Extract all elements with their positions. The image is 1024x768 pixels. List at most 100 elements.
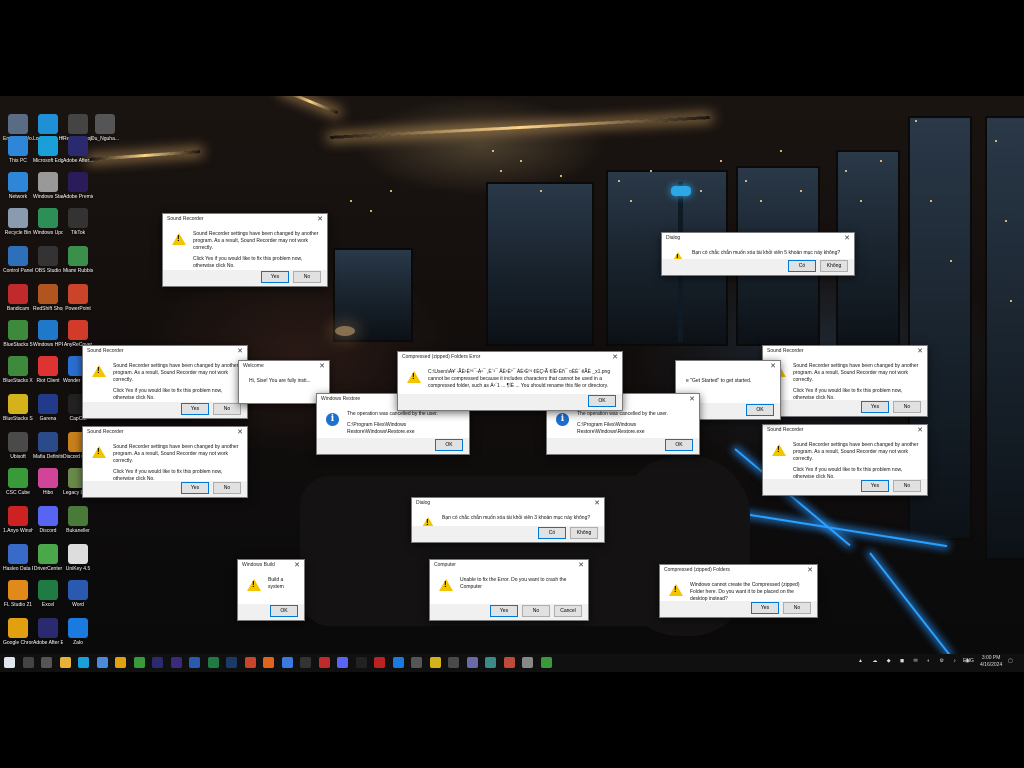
dialog-titlebar[interactable]: Windows Build ✕ (238, 560, 304, 571)
close-icon[interactable]: ✕ (917, 346, 923, 357)
close-icon[interactable]: ✕ (237, 346, 243, 357)
notification-icon[interactable]: ▢ (1008, 658, 1013, 664)
desktop-shortcut[interactable]: Ubisoft (3, 432, 33, 460)
close-icon[interactable]: ✕ (917, 425, 923, 436)
excel-taskbar-icon[interactable] (207, 657, 219, 668)
desktop-shortcut[interactable]: Word (63, 580, 93, 608)
chrome-taskbar-icon[interactable] (115, 657, 126, 668)
desktop-shortcut[interactable]: Zalo (63, 618, 93, 646)
yes-button[interactable]: Yes (490, 605, 518, 617)
no-button[interactable]: No (293, 271, 321, 283)
no-button[interactable]: No (213, 482, 241, 494)
close-icon[interactable]: ✕ (844, 233, 850, 244)
desktop-shortcut[interactable]: Discord (33, 506, 63, 534)
ok-button[interactable]: OK (665, 439, 693, 451)
cancel-button[interactable]: Cancel (554, 605, 582, 617)
desktop-shortcut[interactable]: Mafia Definitive (33, 432, 63, 460)
yes-button[interactable]: Yes (861, 401, 889, 413)
dialog-computer[interactable]: Computer ✕! Unable to fix the Error. Do yo… (429, 559, 589, 621)
desktop-shortcut[interactable]: Control Panel (3, 246, 33, 274)
powerpoint-taskbar-icon[interactable] (244, 657, 256, 668)
discord-taskbar-icon[interactable] (337, 657, 348, 668)
zalo-taskbar-icon[interactable] (392, 657, 404, 668)
desktop-shortcut[interactable]: AnyReCover (63, 320, 93, 348)
dialog-titlebar[interactable]: ✕ (676, 361, 780, 372)
desktop-shortcut[interactable]: Google Chrome (3, 618, 33, 646)
dialog-sound-recorder-5[interactable]: Sound Recorder ✕! Sound Recorder settings … (762, 424, 928, 496)
edge-taskbar-icon[interactable] (78, 657, 89, 668)
desktop-shortcut[interactable]: Miami Rubbish (63, 246, 93, 274)
dialog-vietnamese-2[interactable]: Dialog ✕! Bạn có chắc chắn muốn xóa tài kh… (411, 497, 605, 543)
file-explorer-icon[interactable] (59, 657, 71, 668)
close-icon[interactable]: ✕ (578, 560, 584, 571)
yes-button[interactable]: Yes (181, 482, 209, 494)
desktop-shortcut[interactable]: Recycle Bin (3, 208, 33, 236)
no-button[interactable]: No (893, 480, 921, 492)
desktop-shortcut[interactable]: CSC Cube (3, 468, 33, 496)
obs-taskbar-icon[interactable] (300, 657, 311, 668)
app2-taskbar-icon[interactable] (448, 657, 459, 668)
desktop-shortcut[interactable]: Bandicam (3, 284, 33, 312)
tray-icons[interactable]: ▲ ☁ ◆ ◼ ✉ ◐ ⚙ ♪ ◉ (858, 658, 974, 664)
c-button[interactable]: Có (788, 260, 816, 272)
desktop-shortcut[interactable]: Windows Start Menu (33, 172, 63, 200)
close-icon[interactable]: ✕ (319, 361, 325, 372)
desktop-shortcut[interactable]: This PC (3, 136, 33, 164)
desktop-shortcut[interactable]: FL Studio 21 (3, 580, 33, 608)
ok-button[interactable]: OK (435, 439, 463, 451)
language-indicator[interactable]: ENG (963, 658, 974, 664)
ok-button[interactable]: OK (270, 605, 298, 617)
desktop-shortcut[interactable]: Hasleo Data Recovery... (3, 544, 33, 572)
desktop-shortcut[interactable]: OBS Studio (33, 246, 63, 274)
clock[interactable]: 3:00 PM 4/16/2024 (980, 655, 1002, 669)
dialog-titlebar[interactable]: Compressed (zipped) Folders ✕ (660, 565, 817, 576)
desktop-shortcut[interactable]: Garena (33, 394, 63, 422)
dialog-titlebar[interactable]: Sound Recorder ✕ (763, 425, 927, 436)
desktop-shortcut[interactable]: UniKey 4.5 (63, 544, 93, 572)
start-button-icon[interactable] (4, 657, 15, 668)
dialog-compressed-folder-2[interactable]: Compressed (zipped) Folders ✕! Windows can… (659, 564, 818, 618)
dialog-titlebar[interactable]: Dialog ✕ (412, 498, 604, 509)
dialog-titlebar[interactable]: Computer ✕ (430, 560, 588, 571)
kh-ng-button[interactable]: Không (570, 527, 598, 539)
desktop-shortcut[interactable]: Network (3, 172, 33, 200)
xbox-icon[interactable] (133, 657, 145, 668)
app-taskbar-icon[interactable] (318, 657, 330, 668)
task-view-icon[interactable] (41, 657, 52, 668)
app6-taskbar-icon[interactable] (522, 657, 533, 668)
ok-button[interactable]: OK (588, 395, 616, 407)
search-icon[interactable] (22, 657, 34, 668)
desktop-shortcut[interactable]: Excel (33, 580, 63, 608)
c-button[interactable]: Có (538, 527, 566, 539)
app5-taskbar-icon[interactable] (503, 657, 515, 668)
app7-taskbar-icon[interactable] (540, 657, 552, 668)
premiere-taskbar-icon[interactable] (170, 657, 182, 668)
ok-button[interactable]: OK (746, 404, 774, 416)
desktop-shortcut[interactable]: Adobe After... (63, 136, 93, 164)
desktop-shortcut[interactable]: Microsoft Edge (33, 136, 63, 164)
dialog-titlebar[interactable]: Sound Recorder ✕ (763, 346, 927, 357)
desktop-shortcut[interactable]: BlueStacks X Multi-Insta... (3, 356, 33, 384)
desktop-shortcut[interactable]: BlueStacks 5 (3, 320, 33, 348)
close-icon[interactable]: ✕ (689, 394, 695, 405)
tiktok-taskbar-icon[interactable] (374, 657, 385, 668)
dialog-titlebar[interactable]: Sound Recorder ✕ (83, 427, 247, 438)
settings-taskbar-icon[interactable] (411, 657, 422, 668)
after-effects-taskbar-icon[interactable] (152, 657, 163, 668)
close-icon[interactable]: ✕ (770, 361, 776, 372)
no-button[interactable]: No (522, 605, 550, 617)
desktop-shortcut[interactable]: DriverCenter (33, 544, 63, 572)
dialog-sound-recorder-1[interactable]: Sound Recorder ✕! Sound Recorder settings … (162, 213, 328, 287)
desktop-shortcut[interactable]: RedShift Shop (33, 284, 63, 312)
yes-button[interactable]: Yes (751, 602, 779, 614)
desktop-shortcut[interactable]: Windows HPPK (33, 320, 63, 348)
desktop-shortcut[interactable]: TikTok (63, 208, 93, 236)
close-icon[interactable]: ✕ (612, 352, 618, 363)
app4-taskbar-icon[interactable] (485, 657, 496, 668)
firefox-taskbar-icon[interactable] (263, 657, 274, 668)
desktop-shortcut[interactable]: Windows Update (33, 208, 63, 236)
desktop-shortcut[interactable]: BlueStacks Service (3, 394, 33, 422)
yes-button[interactable]: Yes (861, 480, 889, 492)
dialog-sound-recorder-2[interactable]: Sound Recorder ✕! Sound Recorder settings … (82, 345, 248, 419)
dialog-compressed-folder-1[interactable]: Compressed (zipped) Folders Error ✕! C:\Us… (397, 351, 623, 411)
